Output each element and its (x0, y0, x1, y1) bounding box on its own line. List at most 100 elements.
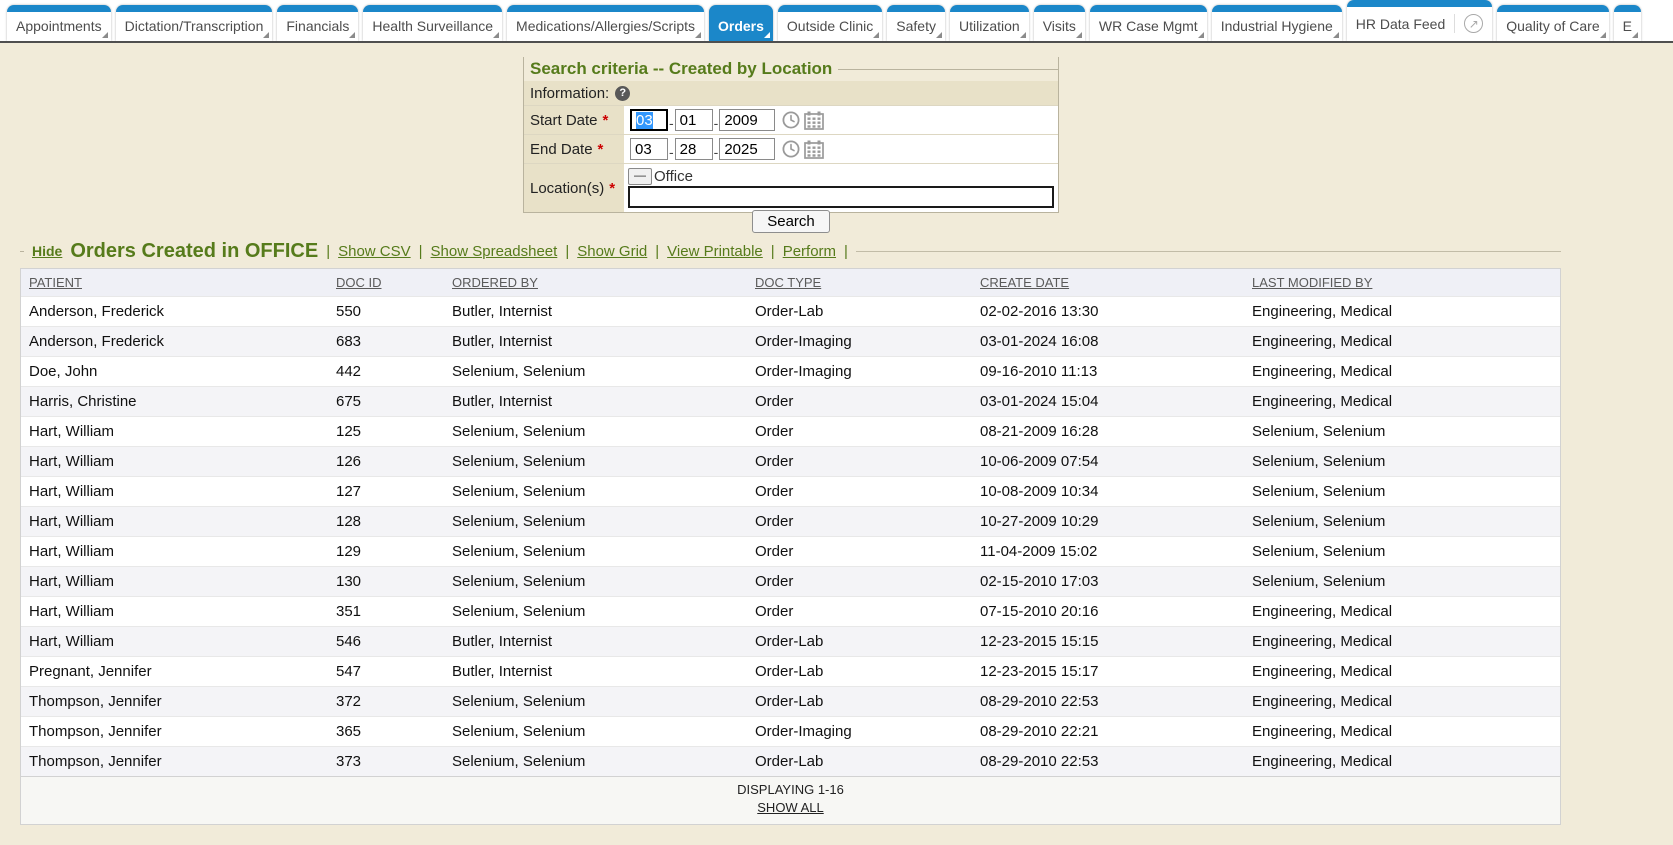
required-marker: * (603, 112, 609, 129)
panel-title-row: Search criteria -- Created by Location (524, 57, 1058, 81)
locations-input[interactable] (628, 186, 1054, 208)
cell-ordered-by: Selenium, Selenium (444, 507, 747, 537)
tab-hr-data-feed[interactable]: HR Data Feed ↗ (1347, 0, 1492, 41)
column-header-last-modified-by[interactable]: LAST MODIFIED BY (1244, 269, 1560, 297)
tab-appointments[interactable]: Appointments (7, 5, 111, 41)
cell-patient: Thompson, Jennifer (21, 747, 328, 777)
tab-dictation-transcription[interactable]: Dictation/Transcription (116, 5, 273, 41)
cell-create-date: 09-16-2010 11:13 (972, 357, 1244, 387)
cell-patient: Harris, Christine (21, 387, 328, 417)
table-footer: DISPLAYING 1-16 SHOW ALL (21, 776, 1560, 824)
column-header-doc-type[interactable]: DOC TYPE (747, 269, 972, 297)
table-row: Hart, William 129 Selenium, Selenium Ord… (21, 537, 1560, 567)
cell-create-date: 08-29-2010 22:53 (972, 687, 1244, 717)
separator-pipe: | (655, 243, 659, 260)
selected-location-line: — Office (628, 166, 1054, 186)
tab-label: Health Surveillance (372, 19, 493, 33)
cell-create-date: 12-23-2015 15:17 (972, 657, 1244, 687)
tab-financials[interactable]: Financials (277, 5, 358, 41)
tab-health-surveillance[interactable]: Health Surveillance (363, 5, 502, 41)
end-date-day-input[interactable] (675, 138, 713, 160)
start-date-month-input[interactable]: 03 (630, 109, 668, 131)
end-date-year-input[interactable] (719, 138, 775, 160)
search-button[interactable]: Search (752, 210, 830, 233)
tab-medications-allergies-scripts[interactable]: Medications/Allergies/Scripts (507, 5, 704, 41)
tab-utilization[interactable]: Utilization (950, 5, 1029, 41)
cell-last-modified-by: Engineering, Medical (1244, 627, 1560, 657)
table-row: Hart, William 127 Selenium, Selenium Ord… (21, 477, 1560, 507)
start-date-year-input[interactable] (719, 109, 775, 131)
cell-doc-type: Order (747, 387, 972, 417)
cell-ordered-by: Butler, Internist (444, 327, 747, 357)
start-date-day-input[interactable] (675, 109, 713, 131)
cell-patient: Anderson, Frederick (21, 297, 328, 327)
clock-icon[interactable] (781, 110, 801, 130)
cell-doc-id: 365 (328, 717, 444, 747)
cell-doc-type: Order (747, 537, 972, 567)
cell-last-modified-by: Engineering, Medical (1244, 597, 1560, 627)
cell-last-modified-by: Engineering, Medical (1244, 687, 1560, 717)
show-grid-link[interactable]: Show Grid (577, 243, 647, 260)
table-row: Thompson, Jennifer 372 Selenium, Seleniu… (21, 687, 1560, 717)
tab-visits[interactable]: Visits (1034, 5, 1085, 41)
table-row: Hart, William 125 Selenium, Selenium Ord… (21, 417, 1560, 447)
cell-patient: Hart, William (21, 597, 328, 627)
legend-line (838, 69, 1058, 70)
information-row: Information: ? (524, 81, 1058, 105)
tab-industrial-hygiene[interactable]: Industrial Hygiene (1212, 5, 1342, 41)
cell-ordered-by: Selenium, Selenium (444, 357, 747, 387)
table-row: Hart, William 546 Butler, Internist Orde… (21, 627, 1560, 657)
cell-create-date: 10-27-2009 10:29 (972, 507, 1244, 537)
end-date-month-input[interactable] (630, 138, 668, 160)
view-printable-link[interactable]: View Printable (667, 243, 763, 260)
tab-orders[interactable]: Orders (709, 5, 773, 41)
cell-doc-type: Order (747, 477, 972, 507)
table-row: Hart, William 128 Selenium, Selenium Ord… (21, 507, 1560, 537)
tab-wr-case-mgmt[interactable]: WR Case Mgmt (1090, 5, 1207, 41)
show-all-link[interactable]: SHOW ALL (757, 800, 823, 815)
show-spreadsheet-link[interactable]: Show Spreadsheet (431, 243, 558, 260)
calendar-icon[interactable] (804, 140, 824, 159)
cell-doc-id: 683 (328, 327, 444, 357)
tab-quality-of-care[interactable]: Quality of Care (1497, 5, 1608, 41)
cell-ordered-by: Selenium, Selenium (444, 717, 747, 747)
cell-doc-id: 442 (328, 357, 444, 387)
help-icon[interactable]: ? (615, 86, 630, 101)
cell-ordered-by: Selenium, Selenium (444, 597, 747, 627)
cell-patient: Hart, William (21, 627, 328, 657)
cell-doc-type: Order-Imaging (747, 357, 972, 387)
tab-outside-clinic[interactable]: Outside Clinic (778, 5, 882, 41)
cell-ordered-by: Butler, Internist (444, 387, 747, 417)
tab-label: Orders (718, 19, 764, 33)
show-csv-link[interactable]: Show CSV (338, 243, 411, 260)
orders-table: PATIENT DOC ID ORDERED BY DOC TYPE CREAT… (21, 269, 1560, 776)
cell-last-modified-by: Selenium, Selenium (1244, 417, 1560, 447)
cell-doc-id: 675 (328, 387, 444, 417)
cell-doc-id: 373 (328, 747, 444, 777)
tab-label: Appointments (16, 19, 102, 33)
table-header-row: PATIENT DOC ID ORDERED BY DOC TYPE CREAT… (21, 269, 1560, 297)
column-header-ordered-by[interactable]: ORDERED BY (444, 269, 747, 297)
search-criteria-panel: Search criteria -- Created by Location I… (523, 57, 1059, 213)
cell-ordered-by: Selenium, Selenium (444, 537, 747, 567)
hide-link[interactable]: Hide (32, 243, 62, 259)
remove-location-button[interactable]: — (628, 168, 652, 185)
external-link-icon[interactable]: ↗ (1464, 14, 1483, 33)
cell-doc-type: Order-Lab (747, 687, 972, 717)
cell-doc-id: 127 (328, 477, 444, 507)
column-header-patient[interactable]: PATIENT (21, 269, 328, 297)
results-header: Hide Orders Created in OFFICE | Show CSV… (20, 238, 1561, 264)
cell-create-date: 12-23-2015 15:15 (972, 627, 1244, 657)
clock-icon[interactable] (781, 139, 801, 159)
column-header-doc-id[interactable]: DOC ID (328, 269, 444, 297)
required-marker: * (609, 180, 615, 197)
start-date-row: Start Date * 03 - - (524, 105, 1058, 134)
tab-partial-cutoff[interactable]: E (1614, 5, 1641, 41)
cell-ordered-by: Selenium, Selenium (444, 447, 747, 477)
tab-safety[interactable]: Safety (887, 5, 945, 41)
end-date-field-cell: - - (624, 135, 1058, 163)
cell-patient: Hart, William (21, 507, 328, 537)
calendar-icon[interactable] (804, 111, 824, 130)
perform-link[interactable]: Perform (783, 243, 836, 260)
column-header-create-date[interactable]: CREATE DATE (972, 269, 1244, 297)
